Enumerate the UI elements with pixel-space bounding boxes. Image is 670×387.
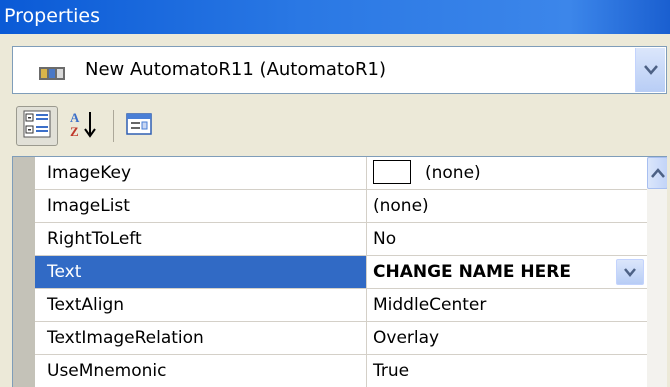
property-value[interactable]: Overlay [368, 322, 647, 354]
property-value[interactable]: No [368, 223, 647, 255]
property-value[interactable]: True [368, 355, 647, 387]
alphabetical-icon: A Z [68, 109, 98, 143]
property-row[interactable]: RightToLeft No [35, 223, 647, 256]
image-swatch [373, 159, 411, 184]
object-selector[interactable]: New AutomatoR11 (AutomatoR1) [12, 46, 667, 94]
property-row[interactable]: ImageList (none) [35, 190, 647, 223]
property-value[interactable]: (none) [368, 157, 647, 189]
property-grid-gutter [13, 157, 35, 387]
property-name: ImageList [35, 190, 367, 222]
property-row[interactable]: TextAlign MiddleCenter [35, 289, 647, 322]
properties-toolbar: A Z [12, 104, 667, 148]
alphabetical-button[interactable]: A Z [62, 106, 104, 146]
chevron-down-icon[interactable] [616, 259, 644, 285]
chevron-down-icon[interactable] [635, 48, 665, 92]
vertical-scrollbar[interactable] [647, 157, 667, 387]
property-pages-button[interactable] [118, 106, 160, 146]
chevron-up-icon[interactable] [647, 157, 667, 189]
property-name: Text [35, 256, 367, 288]
property-grid: ImageKey (none) ImageList (none) RightTo… [12, 156, 667, 387]
window-title: Properties [0, 0, 670, 34]
property-name: UseMnemonic [35, 355, 367, 387]
property-value-input[interactable]: CHANGE NAME HERE [368, 256, 647, 288]
property-value[interactable]: MiddleCenter [368, 289, 647, 321]
object-selector-value: New AutomatoR11 (AutomatoR1) [85, 59, 386, 80]
property-row[interactable]: ImageKey (none) [35, 157, 647, 190]
property-name: TextImageRelation [35, 322, 367, 354]
svg-text:Z: Z [70, 124, 79, 139]
property-pages-icon [126, 112, 152, 140]
categorized-icon [23, 110, 51, 142]
property-name: TextAlign [35, 289, 367, 321]
component-icon [39, 65, 65, 80]
property-name: ImageKey [35, 157, 367, 189]
toolbar-separator [113, 110, 114, 142]
property-row-selected[interactable]: Text CHANGE NAME HERE [35, 256, 647, 289]
property-row[interactable]: UseMnemonic True [35, 355, 647, 387]
svg-text:A: A [70, 110, 80, 125]
property-value[interactable]: (none) [368, 190, 647, 222]
property-row[interactable]: TextImageRelation Overlay [35, 322, 647, 355]
property-name: RightToLeft [35, 223, 367, 255]
categorized-button[interactable] [16, 106, 58, 146]
